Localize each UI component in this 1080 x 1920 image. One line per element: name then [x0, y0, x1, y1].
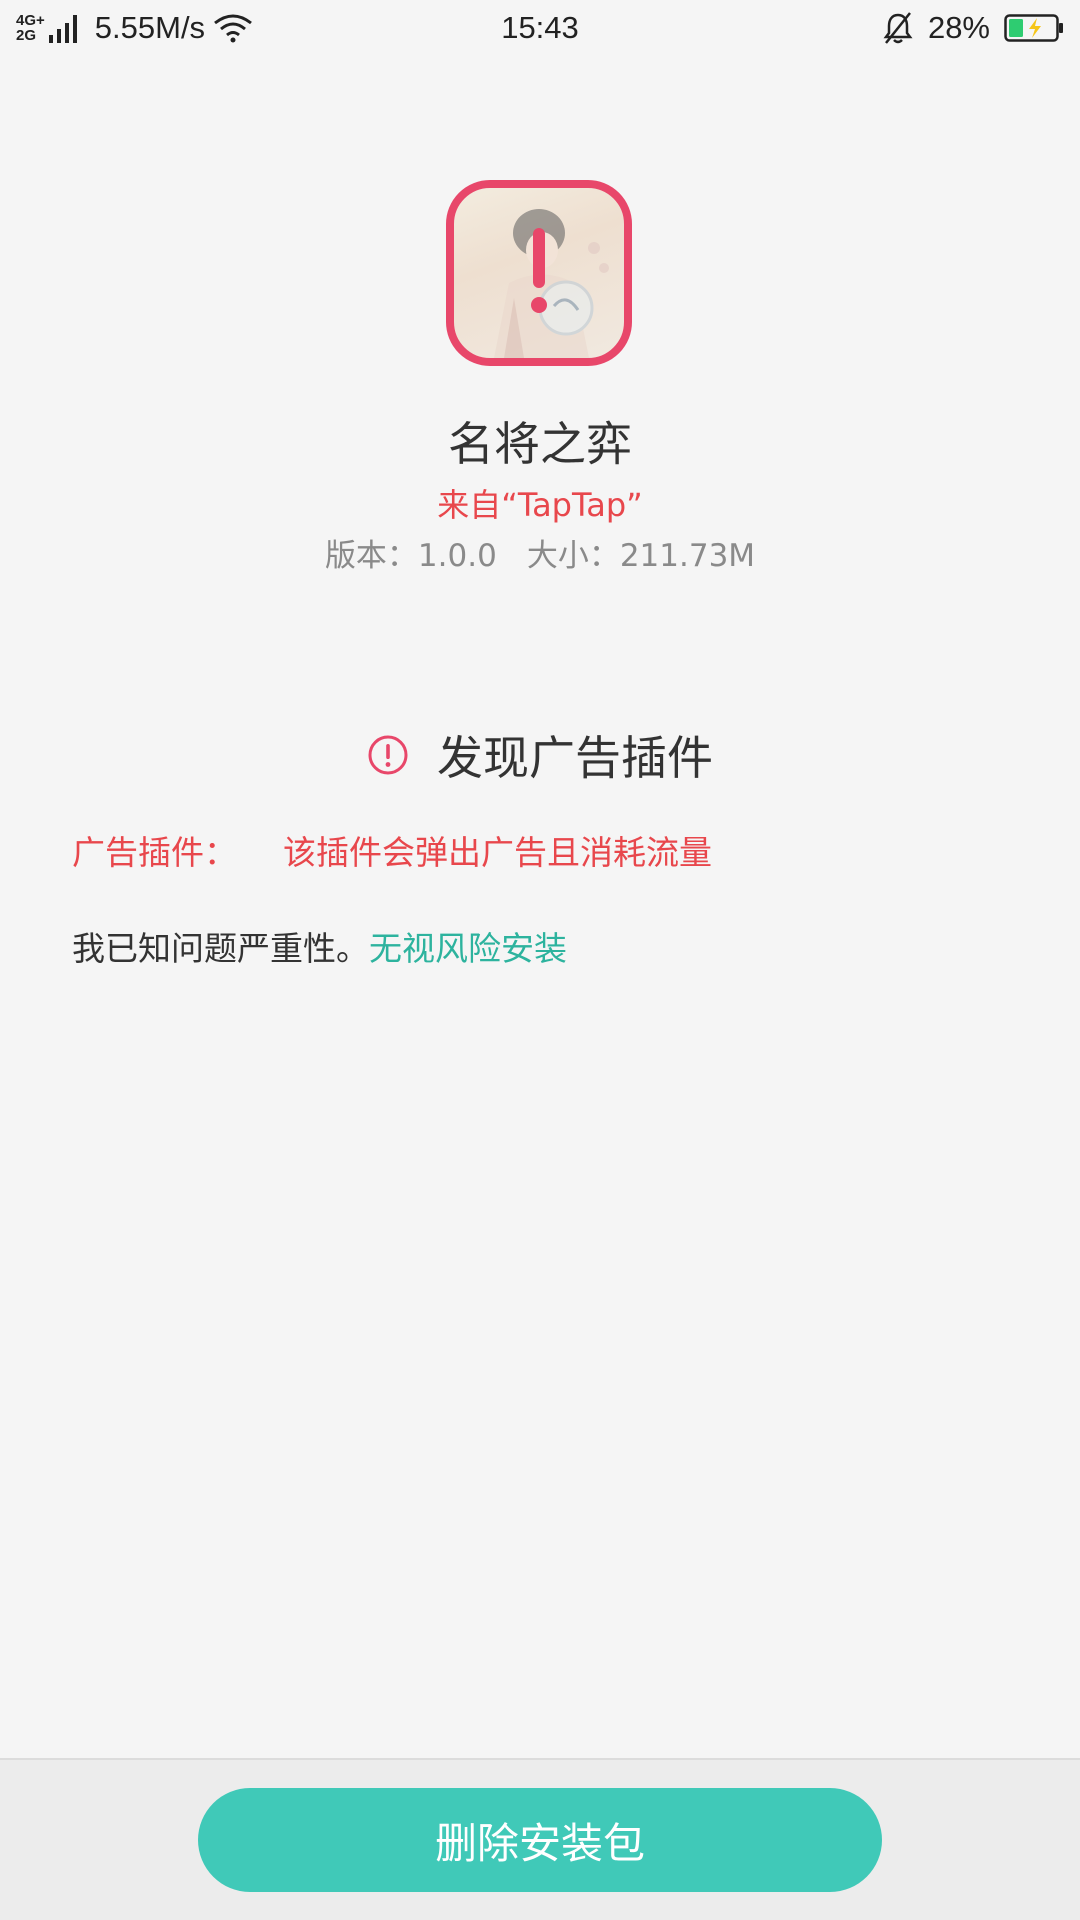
- alert-circle-icon: [368, 735, 408, 775]
- warning-exclamation-icon: [531, 228, 547, 313]
- bell-off-icon: [883, 12, 913, 44]
- warning-heading: 发现广告插件: [0, 722, 1080, 788]
- app-name: 名将之弈: [448, 417, 632, 471]
- plugin-description: 该插件会弹出广告且消耗流量: [283, 833, 712, 872]
- acknowledge-text: 我已知问题严重性。: [72, 929, 369, 968]
- acknowledge-row: 我已知问题严重性。无视风险安装: [72, 922, 567, 970]
- plugin-label: 广告插件：: [72, 833, 237, 872]
- status-right: 28%: [882, 8, 1064, 48]
- bottom-action-bar: 删除安装包: [0, 1758, 1080, 1920]
- status-bar: 4G+ 2G 5.55M/s 15:43 28%: [0, 0, 1080, 56]
- app-version: 版本：1.0.0: [324, 538, 497, 574]
- screen: 4G+ 2G 5.55M/s 15:43 28% 名将之弈 来自“TapTap”…: [0, 0, 1080, 1920]
- battery-charging-icon: [1004, 14, 1063, 42]
- app-meta: 版本：1.0.0 大小：211.73M: [0, 530, 1080, 575]
- delete-package-button[interactable]: 删除安装包: [198, 1788, 882, 1892]
- plugin-row: 广告插件： 该插件会弹出广告且消耗流量: [72, 826, 712, 874]
- warning-title: 发现广告插件: [437, 731, 713, 785]
- app-icon: [446, 180, 632, 366]
- app-size: 大小：211.73M: [526, 538, 756, 574]
- battery-percent: 28%: [927, 10, 990, 45]
- app-source: 来自“TapTap”: [437, 486, 643, 524]
- ignore-risk-install-link[interactable]: 无视风险安装: [369, 929, 567, 968]
